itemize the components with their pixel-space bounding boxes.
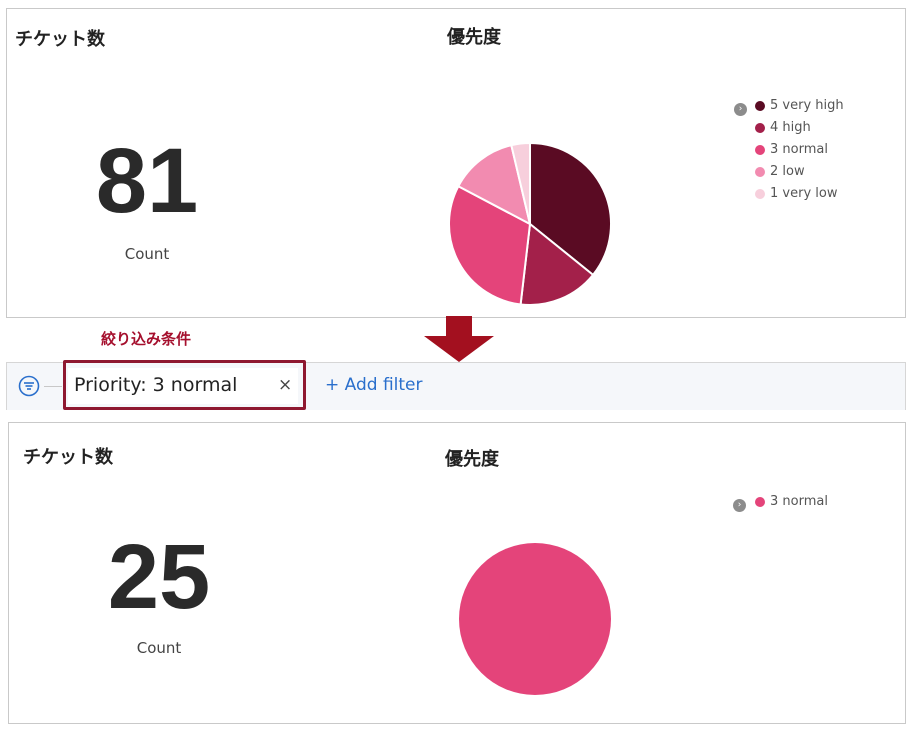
legend-swatch	[755, 497, 765, 507]
legend-label: 3 normal	[770, 142, 828, 157]
legend-toggle-icon[interactable]: ›	[733, 499, 746, 512]
priority-title: 優先度	[445, 449, 499, 470]
ticket-count-value: 81	[95, 130, 199, 232]
filter-divider	[44, 386, 62, 387]
filter-icon[interactable]	[18, 375, 40, 397]
priority-pie-chart	[459, 543, 611, 695]
down-arrow-icon	[424, 316, 494, 362]
legend-label: 5 very high	[770, 98, 844, 113]
top-dashboard-panel: チケット数 81 Count 優先度 › 5 very high 4 high 3 …	[6, 8, 906, 318]
legend-label: 1 very low	[770, 186, 838, 201]
filter-highlight-box	[63, 360, 306, 410]
bottom-dashboard-panel: チケット数 25 Count 優先度 › 3 normal	[8, 422, 906, 724]
ticket-count-label: Count	[124, 245, 170, 263]
legend-toggle-icon[interactable]: ›	[734, 103, 747, 116]
legend-swatch	[755, 189, 765, 199]
ticket-count-title: チケット数	[23, 447, 113, 468]
ticket-count-value: 25	[107, 526, 211, 628]
pie-slice-3-normal[interactable]	[459, 543, 611, 695]
priority-pie-chart	[448, 141, 612, 306]
legend-label: 4 high	[770, 120, 811, 135]
add-filter-link[interactable]: + Add filter	[325, 375, 423, 395]
priority-title: 優先度	[447, 27, 501, 48]
legend-label: 2 low	[770, 164, 805, 179]
filter-annotation: 絞り込み条件	[101, 330, 192, 348]
ticket-count-label: Count	[136, 639, 182, 657]
legend-label: 3 normal	[770, 494, 828, 509]
ticket-count-title: チケット数	[15, 29, 105, 50]
legend-swatch	[755, 167, 765, 177]
legend-swatch	[755, 101, 765, 111]
legend-swatch	[755, 123, 765, 133]
legend-swatch	[755, 145, 765, 155]
